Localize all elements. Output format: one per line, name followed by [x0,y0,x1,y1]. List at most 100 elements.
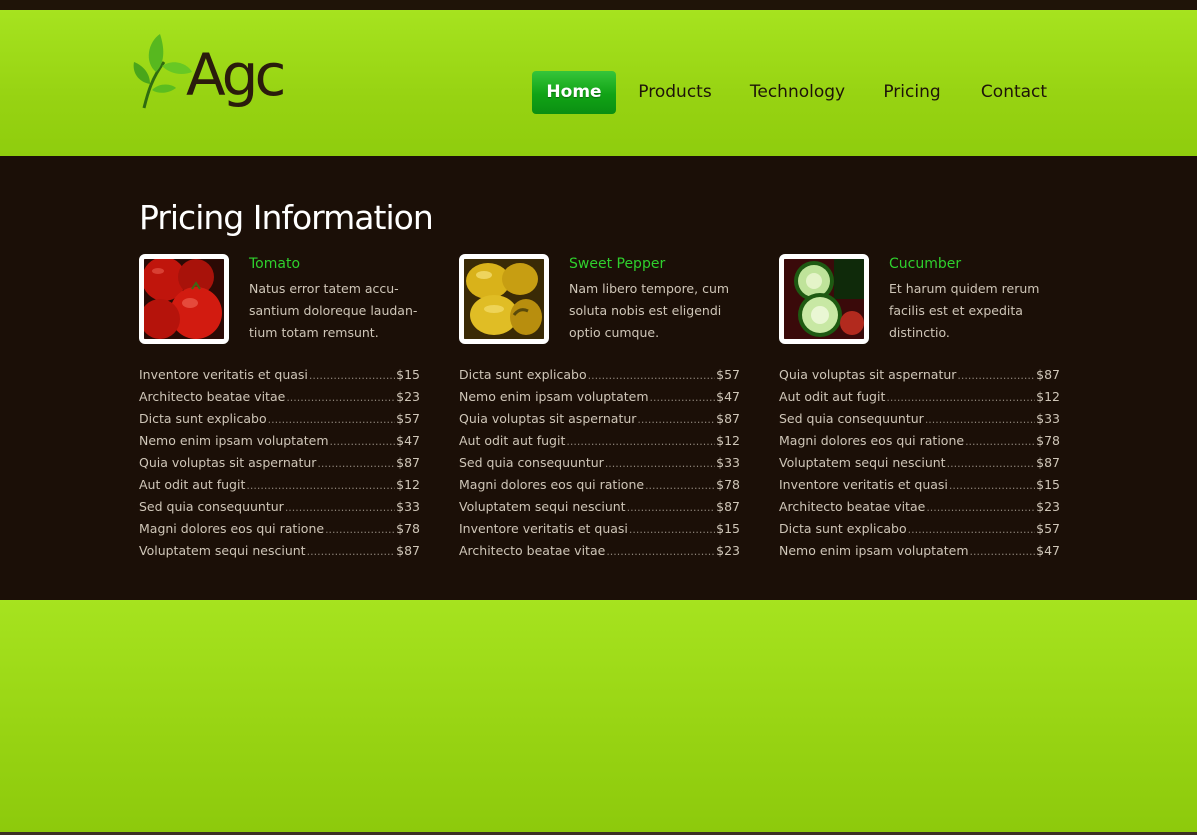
price-item: Inventore veritatis et quasi [779,477,948,492]
price-item: Nemo enim ipsam voluptatem [459,389,649,404]
leader-dots [246,475,395,497]
leader-dots [926,497,1035,519]
leaf-sprout-icon [133,34,192,109]
leader-dots [970,541,1036,563]
logo-text: Agc [186,41,286,109]
price-row: Sed quia consequuntur $33 [459,452,740,474]
price-item: Aut odit aut fugit [459,433,566,448]
product-name: Tomato [249,256,301,272]
leader-dots [268,409,396,431]
price-list: Quia voluptas sit aspernatur $87 Aut odit… [779,364,1060,562]
product-name: Cucumber [889,256,962,272]
leader-dots [627,497,716,519]
nav-contact[interactable]: Contact [974,71,1054,114]
price-item: Magni dolores eos qui ratione [779,433,965,448]
price-row: Architecto beatae vitae $23 [779,496,1060,518]
price-list: Inventore veritatis et quasi $15 Architec… [139,364,420,562]
price-value: $15 [1036,477,1060,492]
leader-dots [605,453,715,475]
product-description: Et harum quidem rerum facilis est et exp… [889,281,1040,340]
price-row: Voluptatem sequi nesciunt $87 [459,496,740,518]
leader-dots [650,387,716,409]
product-description: Natus error tatem accu-santium doloreque… [249,281,418,340]
price-value: $33 [396,499,420,514]
price-value: $87 [1036,367,1060,382]
price-row: Aut odit aut fugit $12 [139,474,420,496]
price-item: Quia voluptas sit aspernatur [459,411,637,426]
price-item: Voluptatem sequi nesciunt [779,455,946,470]
price-list: Dicta sunt explicabo $57 Nemo enim ipsam … [459,364,740,562]
price-value: $15 [396,367,420,382]
price-item: Dicta sunt explicabo [459,367,587,382]
price-row: Dicta sunt explicabo $57 [139,408,420,430]
price-value: $78 [1036,433,1060,448]
leader-dots [925,409,1035,431]
leader-dots [330,431,396,453]
price-row: Nemo enim ipsam voluptatem $47 [779,540,1060,562]
price-value: $23 [1036,499,1060,514]
price-value: $87 [396,455,420,470]
price-row: Architecto beatae vitae $23 [139,386,420,408]
logo[interactable]: Agc [130,32,290,118]
price-value: $47 [1036,543,1060,558]
price-item: Sed quia consequuntur [139,499,284,514]
price-item: Nemo enim ipsam voluptatem [139,433,329,448]
leader-dots [947,453,1036,475]
price-row: Quia voluptas sit aspernatur $87 [139,452,420,474]
price-item: Dicta sunt explicabo [779,521,907,536]
price-item: Aut odit aut fugit [779,389,886,404]
price-value: $12 [396,477,420,492]
price-row: Voluptatem sequi nesciunt $87 [779,452,1060,474]
leader-dots [949,475,1035,497]
leader-dots [629,519,715,541]
cucumber-photo-icon[interactable] [779,254,869,344]
price-row: Nemo enim ipsam voluptatem $47 [459,386,740,408]
nav-products[interactable]: Products [633,71,717,114]
product-description: Nam libero tempore, cum soluta nobis est… [569,281,730,340]
site-footer [0,600,1197,832]
price-value: $12 [716,433,740,448]
leader-dots [908,519,1036,541]
price-item: Architecto beatae vitae [459,543,606,558]
price-row: Dicta sunt explicabo $57 [459,364,740,386]
main-content: Pricing Information Tomato Natus error t… [0,156,1197,600]
price-item: Aut odit aut fugit [139,477,246,492]
page-title: Pricing Information [139,198,434,237]
price-value: $57 [716,367,740,382]
price-row: Inventore veritatis et quasi $15 [139,364,420,386]
price-row: Sed quia consequuntur $33 [139,496,420,518]
price-item: Voluptatem sequi nesciunt [139,543,306,558]
nav-home[interactable]: Home [532,71,616,114]
leader-dots [309,365,395,387]
price-row: Quia voluptas sit aspernatur $87 [459,408,740,430]
price-item: Architecto beatae vitae [139,389,286,404]
price-item: Nemo enim ipsam voluptatem [779,543,969,558]
leader-dots [965,431,1035,453]
nav-technology[interactable]: Technology [745,71,850,114]
leader-dots [637,409,715,431]
price-item: Dicta sunt explicabo [139,411,267,426]
price-item: Magni dolores eos qui ratione [459,477,645,492]
price-row: Magni dolores eos qui ratione $78 [459,474,740,496]
pepper-photo-icon[interactable] [459,254,549,344]
leader-dots [317,453,395,475]
price-value: $23 [716,543,740,558]
leader-dots [286,387,395,409]
price-value: $23 [396,389,420,404]
leader-dots [645,475,715,497]
price-item: Sed quia consequuntur [459,455,604,470]
price-row: Nemo enim ipsam voluptatem $47 [139,430,420,452]
leader-dots [566,431,715,453]
leader-dots [606,541,715,563]
price-row: Aut odit aut fugit $12 [779,386,1060,408]
leader-dots [325,519,395,541]
tomato-photo-icon[interactable] [139,254,229,344]
price-value: $57 [396,411,420,426]
price-item: Inventore veritatis et quasi [139,367,308,382]
nav-pricing[interactable]: Pricing [878,71,946,114]
site-header: Agc Home Products Technology Pricing Con… [0,10,1197,156]
price-value: $33 [716,455,740,470]
price-value: $15 [716,521,740,536]
price-item: Inventore veritatis et quasi [459,521,628,536]
price-value: $78 [396,521,420,536]
